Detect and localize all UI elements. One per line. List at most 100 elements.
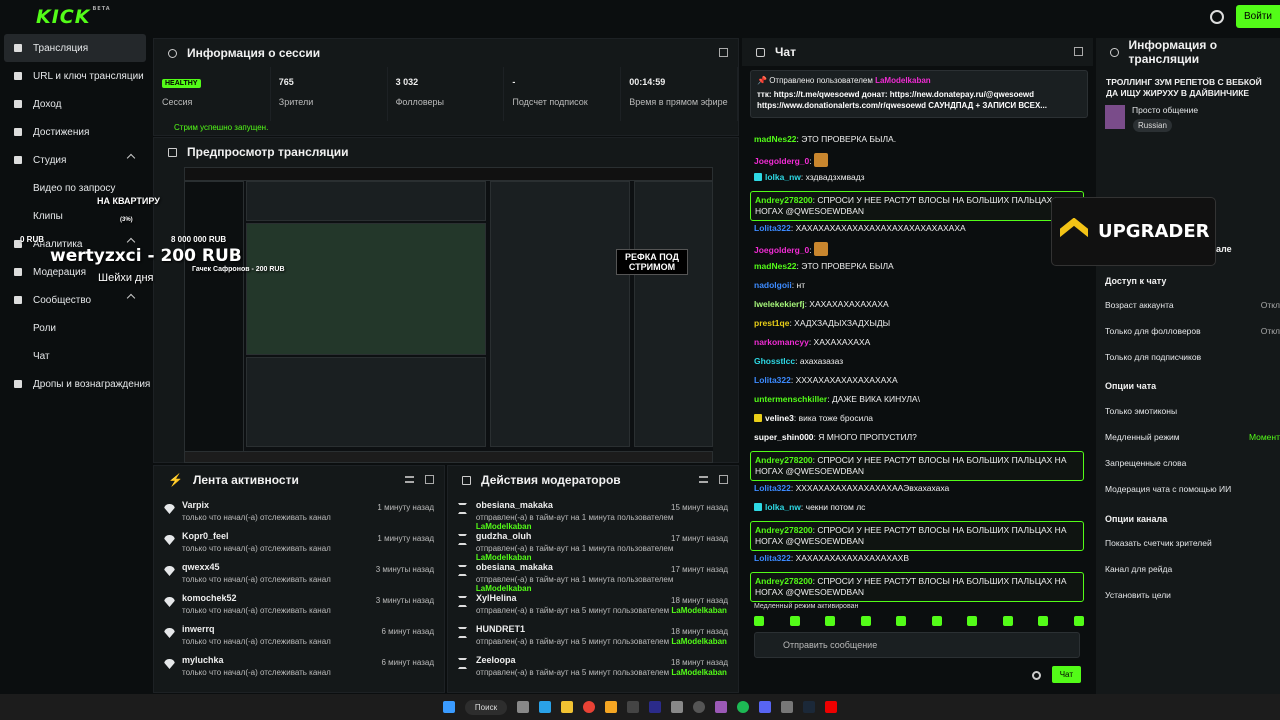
moderator-name[interactable]: LaModelkaban (671, 606, 727, 615)
app-icon[interactable] (781, 701, 794, 713)
chat-username[interactable]: Andrey278200 (755, 576, 813, 586)
chat-username[interactable]: Lolita322 (754, 375, 791, 385)
sidebar-item[interactable]: Студия (0, 146, 152, 174)
chat-username[interactable]: Andrey278200 (755, 195, 813, 205)
setting-row[interactable]: Только для подписчиков (1105, 352, 1280, 362)
moderator-name[interactable]: LaModelkaban (671, 668, 727, 677)
emote-icon[interactable] (860, 616, 871, 626)
moderator-name[interactable]: LaModelkaban (671, 637, 727, 646)
emote-icon[interactable] (1002, 616, 1013, 626)
kick-logo[interactable]: KICK BETA (36, 6, 111, 28)
activity-username[interactable]: inwerrq (182, 624, 331, 634)
pinned-message[interactable]: 📌 Отправлено пользователем LaModelkaban … (750, 70, 1088, 118)
sidebar-item[interactable]: Клипы (0, 202, 152, 230)
windows-start-icon[interactable] (442, 701, 455, 713)
emote-icon[interactable] (754, 616, 764, 626)
taskbar-search[interactable]: Поиск (464, 699, 508, 715)
expand-icon[interactable] (719, 475, 728, 484)
activity-username[interactable]: Kopr0_feel (182, 531, 331, 541)
emote-icon[interactable] (896, 616, 907, 626)
expand-icon[interactable] (719, 48, 728, 57)
chat-username[interactable]: madNes22 (754, 261, 797, 271)
chevron-up-icon[interactable] (126, 237, 136, 247)
chat-username[interactable]: Joegolderg_0 (754, 245, 809, 255)
setting-row[interactable]: Медленный режим Момент (1105, 432, 1280, 442)
setting-row[interactable]: Модерация чата с помощью ИИ (1105, 484, 1280, 494)
sidebar-item[interactable]: Чат (0, 342, 152, 370)
chat-username[interactable]: Lolita322 (754, 223, 791, 233)
emote-icon[interactable] (967, 616, 978, 626)
edge-icon[interactable] (539, 701, 552, 713)
setting-row[interactable]: Показать счетчик зрителей (1105, 538, 1280, 548)
chrome-icon[interactable] (583, 701, 596, 713)
discord-icon[interactable] (759, 701, 772, 713)
sidebar-item[interactable]: Достижения (0, 118, 152, 146)
filter-icon[interactable] (405, 476, 414, 483)
emote-icon[interactable] (825, 616, 836, 626)
spotify-icon[interactable] (737, 701, 750, 713)
expand-icon[interactable] (425, 475, 434, 484)
youtube-icon[interactable] (825, 701, 838, 713)
chevron-up-icon[interactable] (126, 153, 136, 163)
setting-row[interactable]: Только эмотиконы (1105, 406, 1280, 416)
login-button[interactable]: Войти (1236, 5, 1280, 28)
activity-username[interactable]: myluchka (182, 655, 331, 665)
activity-username[interactable]: komochek52 (182, 593, 331, 603)
chat-username[interactable]: prest1qe (754, 318, 789, 328)
expand-icon[interactable] (1074, 47, 1083, 56)
chat-username[interactable]: nadolgoii (754, 280, 792, 290)
app-icon[interactable] (671, 701, 684, 713)
setting-row[interactable]: Установить цели (1105, 590, 1280, 600)
activity-username[interactable]: Varpix (182, 500, 331, 510)
app-icon[interactable] (605, 701, 618, 713)
setting-row[interactable]: Запрещенные слова (1105, 458, 1280, 468)
sidebar-item[interactable]: Сообщество (0, 286, 152, 314)
chat-username[interactable]: Lolita322 (754, 483, 791, 493)
sidebar-item[interactable]: Трансляция (4, 34, 146, 62)
settings-icon[interactable] (1210, 9, 1225, 24)
setting-value[interactable]: Откл (1261, 326, 1280, 336)
sidebar-item[interactable]: Роли (0, 314, 152, 342)
emote-icon[interactable] (1038, 616, 1049, 626)
app-icon[interactable] (627, 701, 640, 713)
stream-preview-video[interactable]: РЕФКА ПОД СТРИМОМ (184, 167, 713, 463)
chat-username[interactable]: Andrey278200 (755, 455, 813, 465)
task-view-icon[interactable] (517, 701, 530, 713)
setting-value[interactable]: Откл (1261, 300, 1280, 310)
chevron-up-icon[interactable] (126, 293, 136, 303)
chat-username[interactable]: narkomancyy (754, 337, 809, 347)
category-name[interactable]: Просто общение (1132, 105, 1198, 115)
emote-icon[interactable] (789, 616, 800, 626)
chat-username[interactable]: Lolita322 (754, 553, 791, 563)
chat-username[interactable]: lwelekekierfj (754, 299, 805, 309)
activity-username[interactable]: qwexx45 (182, 562, 331, 572)
pinned-user[interactable]: LaModelkaban (875, 76, 931, 85)
setting-value[interactable]: Момент (1249, 432, 1280, 442)
sidebar-item[interactable]: URL и ключ трансляции (0, 62, 152, 90)
gear-icon[interactable] (1032, 671, 1041, 680)
send-chat-button[interactable]: Чат (1051, 666, 1081, 683)
emote-icon[interactable] (931, 616, 942, 626)
chat-username[interactable]: Andrey278200 (755, 525, 813, 535)
setting-row[interactable]: Возраст аккаунта Откл (1105, 300, 1280, 310)
chat-username[interactable]: lolka_nw (765, 502, 801, 512)
chat-username[interactable]: Joegolderg_0 (754, 156, 809, 166)
filter-icon[interactable] (699, 476, 708, 483)
chat-input[interactable]: Отправить сообщение (754, 632, 1080, 658)
chat-username[interactable]: super_shin000 (754, 432, 814, 442)
setting-row[interactable]: Только для фолловеров Откл (1105, 326, 1280, 336)
chat-username[interactable]: Ghosstlcc (754, 356, 795, 366)
after-effects-icon[interactable] (649, 701, 662, 713)
setting-row[interactable]: Канал для рейда (1105, 564, 1280, 574)
steam-icon[interactable] (803, 701, 816, 713)
app-icon[interactable] (715, 701, 728, 713)
sidebar-item[interactable]: Дропы и вознаграждения (0, 370, 152, 398)
chat-username[interactable]: veline3 (765, 413, 794, 423)
obs-icon[interactable] (693, 701, 706, 713)
chat-username[interactable]: untermenschkiller (754, 394, 827, 404)
file-explorer-icon[interactable] (561, 701, 574, 713)
sidebar-item[interactable]: Доход (0, 90, 152, 118)
chat-username[interactable]: lolka_nw (765, 172, 801, 182)
chat-username[interactable]: madNes22 (754, 134, 797, 144)
emote-icon[interactable] (1073, 616, 1084, 626)
